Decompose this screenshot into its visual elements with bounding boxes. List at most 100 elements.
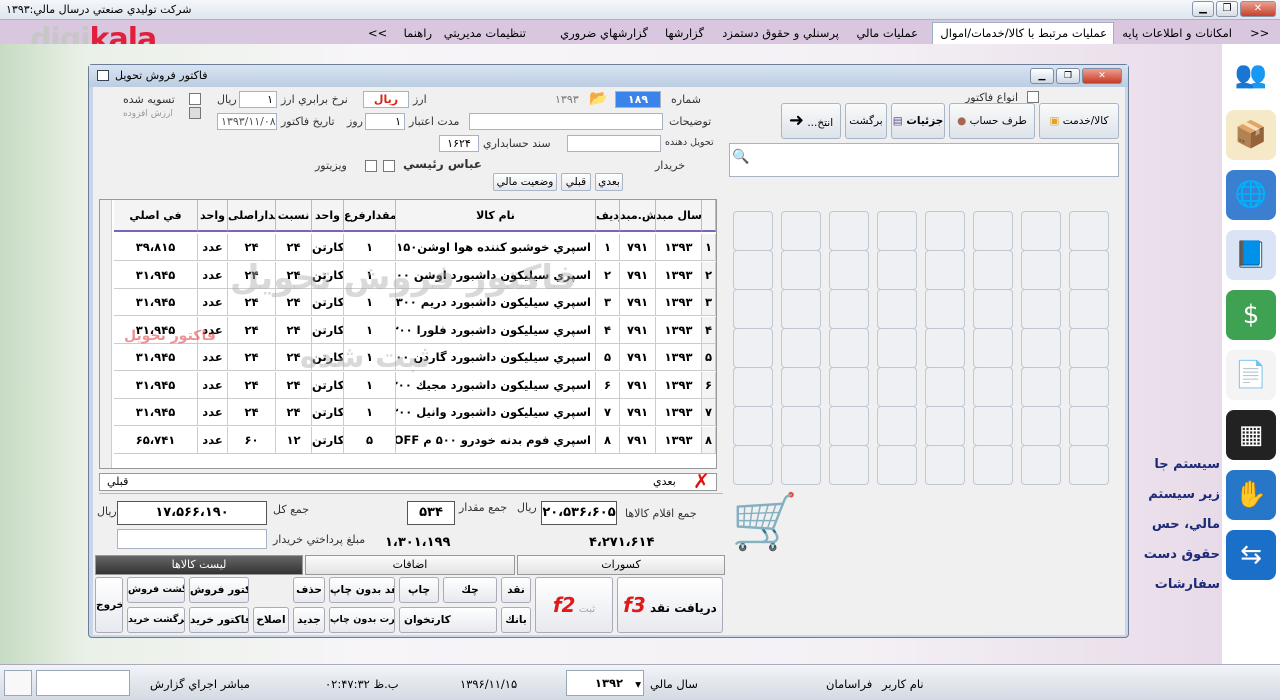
table-cell[interactable]: ۷ xyxy=(596,399,620,426)
column-header-4[interactable]: نام كالا xyxy=(396,200,596,232)
table-cell[interactable]: ۲۴ xyxy=(228,234,276,261)
product-tile[interactable] xyxy=(1021,328,1061,368)
calendar-icon[interactable] xyxy=(4,670,32,696)
table-cell[interactable]: ۱ xyxy=(344,234,396,261)
table-cell[interactable]: ۵ xyxy=(596,344,620,371)
sales-return-button[interactable]: برگشت فروش xyxy=(127,577,185,603)
cheque-button[interactable]: چك xyxy=(443,577,497,603)
menu-item-0[interactable]: امكانات و اطلاعات پايه xyxy=(1118,23,1238,43)
product-tile[interactable] xyxy=(1021,211,1061,251)
print-button[interactable]: چاپ xyxy=(399,577,439,603)
table-cell[interactable]: ۱۳۹۳ xyxy=(656,371,702,399)
table-cell[interactable]: ۷۹۱ xyxy=(620,344,656,371)
table-cell[interactable]: ۲۴ xyxy=(228,316,276,344)
column-header-3[interactable]: رديف xyxy=(596,200,620,232)
table-cell[interactable]: اسپري فوم بدنه خودرو ۵۰۰ م OFF xyxy=(396,426,596,454)
product-tile[interactable] xyxy=(925,445,965,485)
sales-invoice-button[interactable]: فاكتور فروش xyxy=(189,577,249,603)
product-tile[interactable] xyxy=(733,445,773,485)
remote-icon[interactable]: ⇆ xyxy=(1226,530,1276,580)
product-tile[interactable] xyxy=(829,211,869,251)
buy-return-button[interactable]: برگشت خريد xyxy=(127,607,185,633)
close-icon[interactable]: ✕ xyxy=(1240,1,1276,17)
table-cell[interactable]: كارتن xyxy=(312,399,344,426)
product-tile[interactable] xyxy=(781,289,821,329)
table-cell[interactable]: ۱۳۹۳ xyxy=(656,289,702,316)
table-cell[interactable]: عدد xyxy=(198,426,228,454)
table-cell[interactable]: ۷۹۱ xyxy=(620,234,656,261)
globe-icon[interactable]: 🌐 xyxy=(1226,170,1276,220)
buy-invoice-button[interactable]: فاكتور خريد xyxy=(189,607,249,633)
product-tile[interactable] xyxy=(733,367,773,407)
product-tile[interactable] xyxy=(829,445,869,485)
edit-button[interactable]: اصلاح xyxy=(253,607,289,633)
money-icon[interactable]: $ xyxy=(1226,290,1276,340)
product-tile[interactable] xyxy=(1021,445,1061,485)
table-cell[interactable]: ۴ xyxy=(596,316,620,344)
validity-field[interactable]: ۱ xyxy=(365,113,405,130)
menu-item-1[interactable]: عمليات مرتبط با كالا/خدمات/اموال xyxy=(932,22,1114,44)
table-cell[interactable]: ۲ xyxy=(596,261,620,289)
product-tile[interactable] xyxy=(1021,367,1061,407)
visitor-checkbox[interactable] xyxy=(365,160,377,172)
menu-scroll-left[interactable]: << xyxy=(1244,23,1275,43)
product-tile[interactable] xyxy=(781,406,821,446)
delivery-field[interactable] xyxy=(567,135,661,152)
settled-checkbox[interactable] xyxy=(189,93,201,105)
exit-button[interactable]: خروج xyxy=(95,577,123,633)
tab-item-list[interactable]: ليست كالاها xyxy=(95,555,303,575)
grid-prev-link[interactable]: قبلي xyxy=(107,475,128,488)
table-cell[interactable]: ۷ xyxy=(702,399,716,426)
menu-item-6[interactable]: تنظيمات مديريتي xyxy=(444,23,532,43)
table-cell[interactable]: كارتن xyxy=(312,234,344,261)
product-tile[interactable] xyxy=(1069,250,1109,290)
table-cell[interactable]: ۱ xyxy=(596,234,620,261)
table-cell[interactable]: ۱۳۹۳ xyxy=(656,344,702,371)
table-cell[interactable]: اسپري خوشبو كننده هوا اوشن۱۵۰م xyxy=(396,234,596,261)
product-tile[interactable] xyxy=(733,250,773,290)
table-cell[interactable]: ۲۴ xyxy=(276,399,312,426)
box-icon[interactable]: 📦 xyxy=(1226,110,1276,160)
prev-button[interactable]: قبلي xyxy=(561,173,591,191)
table-cell[interactable]: ۳۱،۹۴۵ xyxy=(114,289,198,316)
table-cell[interactable]: ۷۹۱ xyxy=(620,289,656,316)
tab-additions[interactable]: اضافات xyxy=(305,555,515,575)
product-tile[interactable] xyxy=(1069,289,1109,329)
product-tile[interactable] xyxy=(1069,328,1109,368)
product-tile[interactable] xyxy=(973,406,1013,446)
product-tile[interactable] xyxy=(877,406,917,446)
esc-button[interactable]: ➜ ...انتخ xyxy=(781,103,841,139)
table-cell[interactable]: عدد xyxy=(198,261,228,289)
menu-item-5[interactable]: گزارشهاي ضروري xyxy=(536,23,654,43)
table-cell[interactable]: عدد xyxy=(198,234,228,261)
table-cell[interactable]: ۲۴ xyxy=(228,344,276,371)
table-cell[interactable]: ۶ xyxy=(702,371,716,399)
product-tile[interactable] xyxy=(1069,406,1109,446)
product-tile[interactable] xyxy=(925,211,965,251)
column-header-7[interactable]: نسبت xyxy=(276,200,312,232)
register-button[interactable]: f2 ثبت xyxy=(535,577,613,633)
product-tile[interactable] xyxy=(877,445,917,485)
product-tile[interactable] xyxy=(781,445,821,485)
product-tile[interactable] xyxy=(781,250,821,290)
account-button[interactable]: ● طرف حساب xyxy=(949,103,1035,139)
column-header-8[interactable]: مقداراصلی xyxy=(228,200,276,232)
table-cell[interactable]: ۷۹۱ xyxy=(620,371,656,399)
product-tile[interactable] xyxy=(925,328,965,368)
product-tile[interactable] xyxy=(781,211,821,251)
date-field[interactable]: ۱۳۹۳/۱۱/۰۸ xyxy=(217,113,277,130)
table-cell[interactable]: ۴ xyxy=(702,316,716,344)
number-field[interactable]: ۱۸۹ xyxy=(615,91,661,108)
bank-button[interactable]: بانك xyxy=(501,607,531,633)
tab-deductions[interactable]: كسورات xyxy=(517,555,725,575)
table-cell[interactable]: كارتن xyxy=(312,426,344,454)
table-cell[interactable]: ۳۱،۹۴۵ xyxy=(114,261,198,289)
paid-field[interactable] xyxy=(117,529,267,549)
column-header-6[interactable]: واحد xyxy=(312,200,344,232)
next-button[interactable]: بعدي xyxy=(595,173,623,191)
help-icon[interactable]: ✋ xyxy=(1226,470,1276,520)
folder-icon[interactable]: 📂 xyxy=(589,89,608,107)
product-tile[interactable] xyxy=(925,406,965,446)
delete-row-icon[interactable]: ✗ xyxy=(693,469,710,493)
product-tile[interactable] xyxy=(877,367,917,407)
